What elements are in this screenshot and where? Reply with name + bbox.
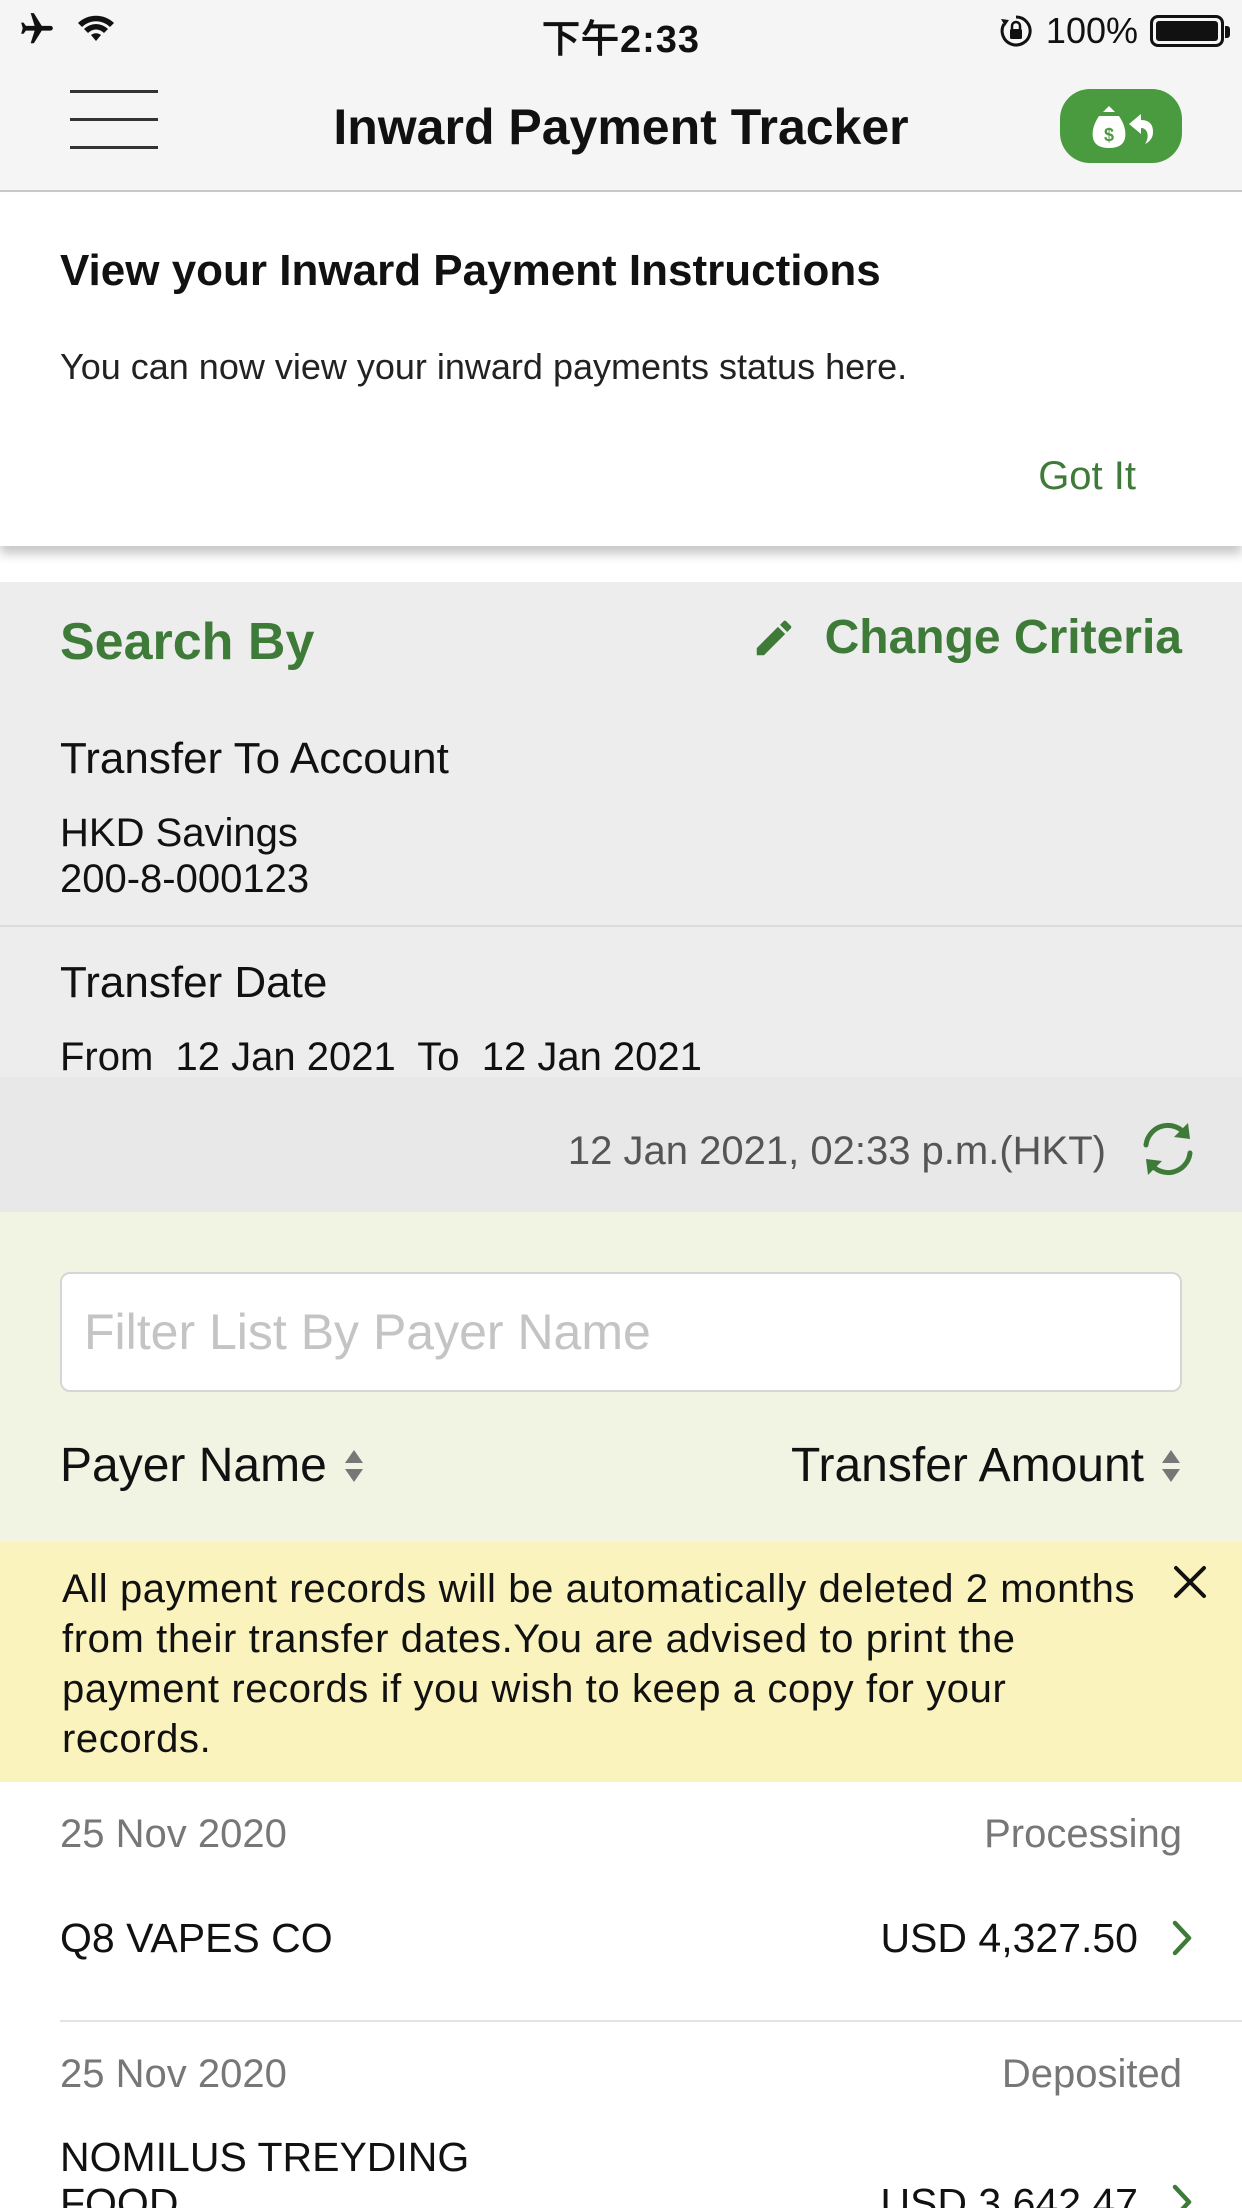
change-criteria-button[interactable]: Change Criteria	[751, 610, 1182, 665]
record-status: Deposited	[1001, 2052, 1182, 2096]
money-bag-return-icon: $	[1092, 106, 1153, 148]
chevron-right-icon[interactable]	[1170, 1918, 1194, 1958]
payment-record[interactable]: 25 Nov 2020 Processing Q8 VAPES CO USD 4…	[0, 1782, 1242, 2022]
record-date: 25 Nov 2020	[60, 2052, 287, 2096]
date-label: Transfer Date	[60, 958, 328, 1007]
intro-title: View your Inward Payment Instructions	[60, 246, 881, 295]
date-range: From 12 Jan 2021 To 12 Jan 2021	[60, 1035, 702, 1079]
record-amount: USD 4,327.50	[880, 1915, 1138, 1961]
status-bar: 下午2:33 100%	[0, 0, 1242, 61]
money-bag-return-button[interactable]: $	[1060, 89, 1182, 163]
refresh-icon[interactable]	[1136, 1117, 1200, 1181]
change-criteria-label: Change Criteria	[824, 611, 1182, 664]
svg-text:$: $	[1104, 125, 1114, 145]
sort-icon	[344, 1449, 363, 1482]
payment-record[interactable]: 25 Nov 2020 Deposited NOMILUS TREYDING F…	[0, 2022, 1242, 2208]
record-payer: Q8 VAPES CO	[60, 1915, 333, 1961]
battery-icon	[1150, 15, 1230, 47]
pencil-icon	[756, 620, 791, 655]
intro-card: View your Inward Payment Instructions Yo…	[0, 194, 1242, 546]
criteria-divider	[0, 925, 1242, 927]
got-it-button[interactable]: Got It	[1038, 454, 1136, 499]
rotation-lock-icon	[1000, 15, 1032, 47]
account-number: 200-8-000123	[60, 857, 310, 901]
record-amount: USD 3,642.47	[880, 2180, 1138, 2208]
last-updated-time: 12 Jan 2021, 02:33 p.m.(HKT)	[567, 1129, 1106, 1173]
record-payer: NOMILUS TREYDING FOOD	[60, 2134, 470, 2208]
sort-transfer-amount[interactable]: Transfer Amount	[791, 1438, 1182, 1493]
intro-text: You can now view your inward payments st…	[60, 346, 908, 387]
retention-notice: All payment records will be automaticall…	[0, 1542, 1242, 1782]
payer-filter-input[interactable]	[60, 1272, 1182, 1392]
sort-payer-name[interactable]: Payer Name	[60, 1438, 365, 1493]
page-title: Inward Payment Tracker	[333, 99, 909, 155]
battery-percent: 100%	[1045, 10, 1138, 51]
record-date: 25 Nov 2020	[60, 1812, 287, 1856]
transfer-amount-header: Transfer Amount	[790, 1439, 1144, 1492]
record-status: Processing	[984, 1812, 1182, 1856]
account-name: HKD Savings	[60, 811, 298, 855]
chevron-right-icon[interactable]	[1170, 2182, 1194, 2208]
last-updated-row: 12 Jan 2021, 02:33 p.m.(HKT)	[0, 1077, 1242, 1212]
close-icon[interactable]	[1160, 1552, 1220, 1612]
payer-name-header: Payer Name	[60, 1439, 327, 1492]
account-label: Transfer To Account	[60, 734, 449, 783]
filter-area: Payer Name Transfer Amount	[0, 1212, 1242, 1542]
nav-bar: Inward Payment Tracker $	[0, 60, 1242, 192]
sort-icon	[1162, 1449, 1180, 1482]
search-criteria: Search By Change Criteria Transfer To Ac…	[0, 582, 1242, 1212]
search-by-heading: Search By	[60, 613, 315, 671]
notice-text: All payment records will be automaticall…	[62, 1567, 1136, 1761]
status-right: 100%	[998, 10, 1230, 52]
